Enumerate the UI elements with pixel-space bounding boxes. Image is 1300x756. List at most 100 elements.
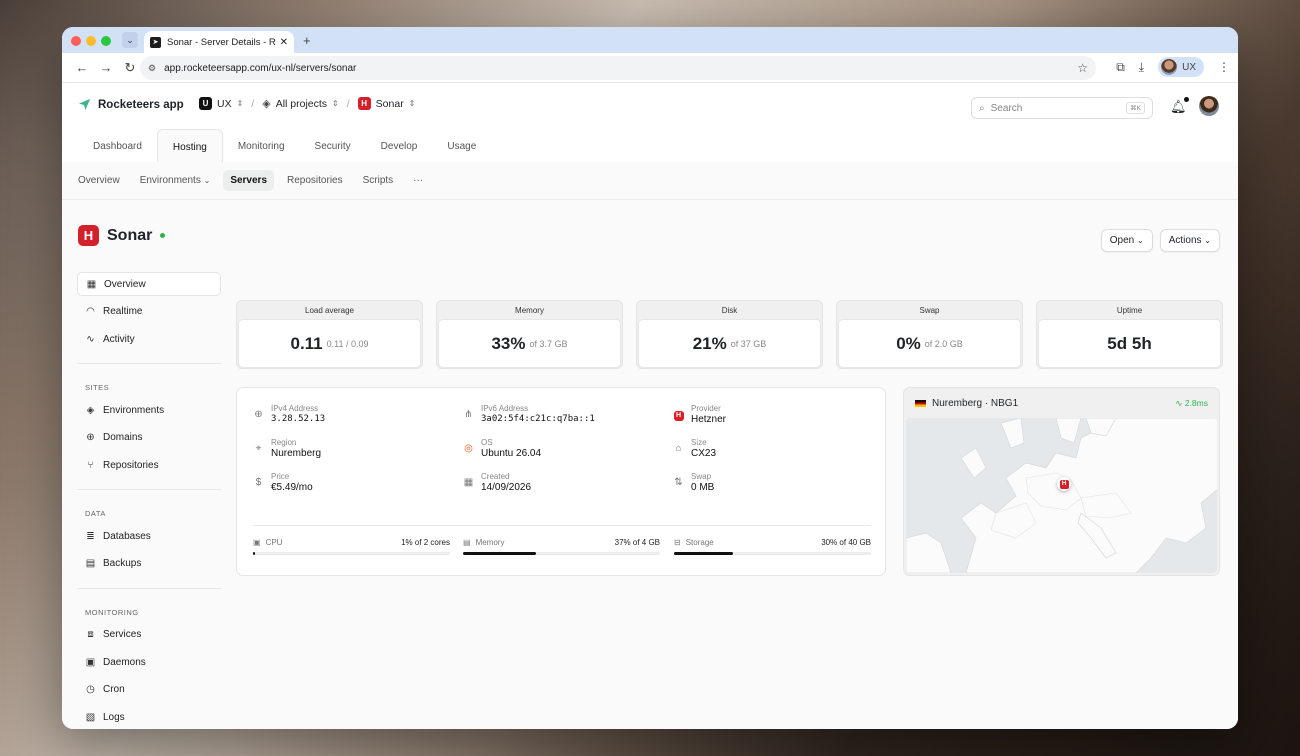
- server-crumb-name: Sonar: [375, 97, 404, 110]
- stat-label: Load average: [305, 306, 354, 315]
- search-shortcut: ⌘K: [1126, 102, 1145, 114]
- sidebar-item-daemons[interactable]: ▣ Daemons: [77, 650, 221, 674]
- latency-value: 2.8ms: [1184, 397, 1208, 408]
- more-icon[interactable]: ···: [406, 170, 430, 191]
- open-button[interactable]: Open ⌄: [1100, 229, 1153, 252]
- content-area: Overview Environments ⌄ Servers Reposito…: [62, 162, 1238, 729]
- stat-value: 0%: [896, 333, 921, 353]
- usage-memory: ▤ Memory 37% of 4 GB: [463, 538, 660, 555]
- subtab-servers[interactable]: Servers: [223, 170, 275, 191]
- tab-search-icon[interactable]: ⌄: [122, 32, 138, 48]
- gauge-icon: ◠: [86, 306, 95, 317]
- sidebar-item-repositories[interactable]: ⑂ Repositories: [77, 453, 221, 477]
- tab-security[interactable]: Security: [300, 129, 366, 164]
- browser-menu-icon[interactable]: ⋮: [1218, 60, 1230, 74]
- detail-value: Nuremberg: [271, 448, 322, 459]
- sidebar-item-label: Repositories: [103, 459, 159, 471]
- europe-map[interactable]: H: [906, 418, 1217, 573]
- sidebar-item-services[interactable]: ⧈ Services: [77, 623, 221, 647]
- search-input[interactable]: ⌕ Search ⌘K: [971, 97, 1153, 119]
- subtab-overview[interactable]: Overview: [71, 170, 127, 191]
- downloads-icon[interactable]: ⤓: [1139, 60, 1144, 75]
- tab-hosting[interactable]: Hosting: [156, 129, 223, 165]
- detail-label: Provider: [691, 404, 721, 413]
- hetzner-icon: H: [673, 404, 684, 425]
- reload-icon[interactable]: ↻: [118, 60, 142, 76]
- tab-monitoring[interactable]: Monitoring: [223, 129, 300, 164]
- hetzner-icon: H: [357, 97, 371, 110]
- server-location-pin[interactable]: H: [1057, 477, 1071, 491]
- subtab-environments[interactable]: Environments ⌄: [133, 170, 218, 191]
- search-placeholder: Search: [990, 102, 1023, 114]
- switch-chevron-icon: ⇕: [332, 99, 339, 108]
- detail-os: ◎ OS Ubuntu 26.04: [463, 438, 541, 459]
- sidebar-item-activity[interactable]: ∿ Activity: [77, 327, 221, 351]
- europe-map-image: [906, 418, 1217, 573]
- stat-label: Memory: [515, 306, 544, 315]
- sidebar-item-cron[interactable]: ◷ Cron: [77, 678, 221, 702]
- hard-drive-icon: ⊟: [674, 538, 681, 547]
- detail-value: CX23: [691, 448, 717, 459]
- minimize-window-button[interactable]: [86, 36, 96, 46]
- sidebar-item-logs[interactable]: ▧ Logs: [77, 705, 221, 729]
- sidebar-item-environments[interactable]: ◈ Environments: [77, 398, 221, 422]
- detail-label: IPv4 Address: [271, 404, 319, 413]
- detail-provider: H Provider Hetzner: [673, 404, 726, 425]
- switch-chevron-icon: ⇕: [408, 99, 416, 108]
- stat-value: 0.11: [290, 333, 323, 353]
- detail-value[interactable]: 3a02:5f4:c21c:q7ba::1: [481, 414, 595, 424]
- detail-value[interactable]: 3.28.52.13: [271, 414, 325, 424]
- close-window-button[interactable]: [71, 36, 81, 46]
- detail-swap: ⇅ Swap 0 MB: [673, 472, 714, 493]
- rocket-logo-icon: [78, 98, 91, 111]
- sidebar-section-data: DATA: [85, 509, 106, 518]
- actions-button[interactable]: Actions ⌄: [1159, 229, 1220, 252]
- browser-tab[interactable]: ➤ Sonar - Server Details - Rocke ✕: [144, 31, 294, 53]
- sidebar-item-overview[interactable]: ▦ Overview: [77, 272, 221, 296]
- server-sidebar: ▦ Overview ◠ Realtime ∿ Activity SITES ◈ Env…: [77, 272, 221, 729]
- detail-value: 0 MB: [691, 482, 715, 493]
- stat-card-swap: Swap 0% of 2.0 GB: [836, 300, 1023, 369]
- sidebar-item-label: Activity: [103, 333, 135, 345]
- sidebar-divider: [77, 489, 221, 490]
- brand[interactable]: Rocketeers app: [78, 98, 184, 111]
- sidebar-item-backups[interactable]: ▤ Backups: [77, 552, 221, 576]
- tab-title: Sonar - Server Details - Rocke: [167, 36, 276, 48]
- detail-created: ▦ Created 14/09/2026: [463, 472, 531, 493]
- server-details-panel: ⊕ IPv4 Address 3.28.52.13 ⋔ IPv6 Address 3a0…: [236, 387, 886, 576]
- url-text: app.rocketeersapp.com/ux-nl/servers/sona…: [164, 62, 357, 74]
- extensions-icon[interactable]: ⧉: [1116, 60, 1125, 75]
- detail-ipv4: ⊕ IPv4 Address 3.28.52.13: [253, 404, 325, 424]
- tab-usage[interactable]: Usage: [432, 129, 491, 164]
- forward-icon[interactable]: →: [94, 60, 118, 75]
- search-icon: ⌕: [979, 102, 985, 114]
- server-switcher[interactable]: H Sonar ⇕: [357, 97, 416, 110]
- project-switcher[interactable]: ◈ All projects ⇕: [262, 97, 339, 111]
- profile-button[interactable]: UX: [1158, 57, 1204, 77]
- tab-develop[interactable]: Develop: [366, 129, 433, 164]
- subtab-repositories[interactable]: Repositories: [280, 170, 350, 191]
- sidebar-item-databases[interactable]: ≣ Databases: [77, 524, 221, 548]
- sidebar-item-domains[interactable]: ⊕ Domains: [77, 426, 221, 450]
- bookmark-star-icon[interactable]: ☆: [1077, 61, 1088, 75]
- detail-value: 14/09/2026: [481, 482, 532, 493]
- location-title: Nuremberg · NBG1: [932, 397, 1019, 409]
- notifications-bell-icon[interactable]: 🔔︎: [1170, 97, 1189, 115]
- user-avatar[interactable]: [1199, 96, 1219, 116]
- team-switcher[interactable]: U UX ⇕: [199, 97, 243, 110]
- address-bar[interactable]: ⚙ app.rocketeersapp.com/ux-nl/servers/so…: [140, 56, 1096, 80]
- layers-icon: ◈: [86, 404, 95, 416]
- stat-cards: Load average 0.11 0.11 / 0.09 Memory 33% of …: [236, 300, 1223, 369]
- stat-card-uptime: Uptime 5d 5h: [1036, 300, 1223, 369]
- back-icon[interactable]: ←: [70, 60, 94, 75]
- sidebar-section-sites: SITES: [85, 383, 110, 392]
- tab-dashboard[interactable]: Dashboard: [78, 129, 157, 164]
- tab-close-icon[interactable]: ✕: [280, 37, 288, 48]
- sidebar-item-realtime[interactable]: ◠ Realtime: [77, 300, 221, 324]
- subtab-scripts[interactable]: Scripts: [356, 170, 401, 191]
- new-tab-icon[interactable]: +: [303, 33, 311, 48]
- site-settings-icon[interactable]: ⚙: [148, 63, 156, 74]
- maximize-window-button[interactable]: [101, 36, 111, 46]
- sidebar-item-label: Backups: [103, 558, 142, 569]
- divider: [253, 525, 871, 526]
